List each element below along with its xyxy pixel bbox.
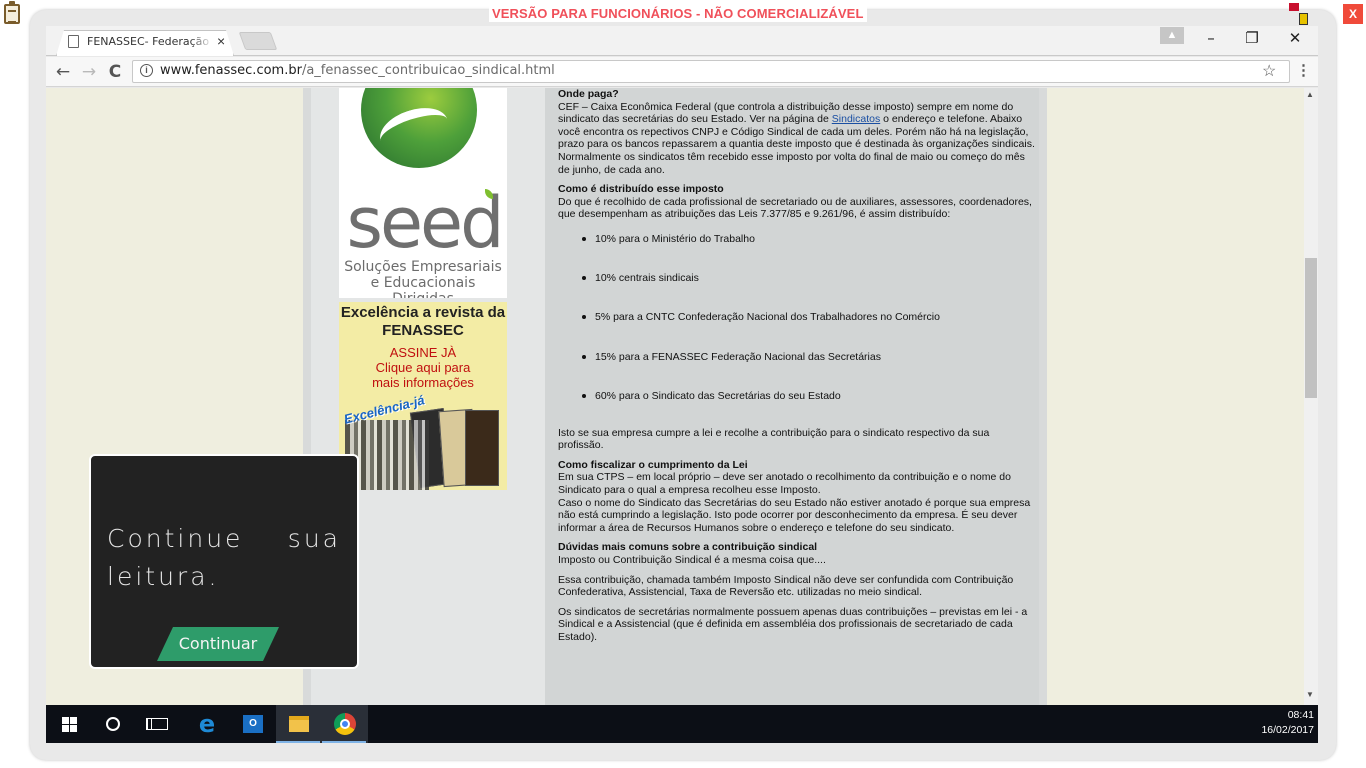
outlook-icon: O [243,715,263,733]
distribution-list: 10% para o Ministério do Trabalho 10% ce… [558,233,1036,420]
magazine-ad-subscribe: ASSINE JÀ [389,345,457,360]
reload-button[interactable]: C [104,61,126,83]
url-text[interactable]: www.fenassec.com.br/a_fenassec_contribui… [160,63,555,79]
faq-answer-2: Os sindicatos de secretárias normalmente… [558,605,1028,643]
task-view-icon [150,718,168,730]
list-item: 5% para a CNTC Confederação Nacional dos… [558,311,1036,350]
seed-advertisement[interactable]: seed Soluções Empresariais e Educacionai… [339,88,507,298]
star-icon[interactable]: ☆ [1262,61,1276,81]
folder-icon [289,716,309,732]
scrollbar-thumb[interactable] [1305,258,1317,398]
magazine-ad-title: Excelência a revista da FENASSEC [340,304,506,339]
url-host: www.fenassec.com.br [160,63,302,78]
overlay-close-button[interactable]: X [1343,4,1363,24]
list-item: 10% para o Ministério do Trabalho [558,233,1036,272]
page-border-right [1039,88,1047,705]
popup-message: Continue sua leitura. [107,524,341,591]
tab-title: FENASSEC- Federação Nacional [87,34,213,48]
explorer-active-indicator [276,741,320,743]
close-window-button[interactable]: ✕ [1280,28,1310,48]
employee-version-banner: VERSÃO PARA FUNCIONÁRIOS - NÃO COMERCIAL… [489,6,867,22]
url-path: /a_fenassec_contribuicao_sindical.html [301,63,555,78]
inspection-heading: Como fiscalizar o cumprimento da Lei [558,458,748,471]
edge-icon: e [198,710,216,738]
start-button[interactable] [46,705,92,743]
tab-strip [46,26,1318,56]
sindicatos-link[interactable]: Sindicatos [832,113,880,125]
forward-button[interactable]: → [78,61,100,83]
distribution-footer: Isto se sua empresa cumpre a lei e recol… [558,426,990,452]
windows-logo-icon [61,716,77,732]
tab-close-icon[interactable]: × [217,33,225,49]
inspection-text-1: Em sua CTPS – em local próprio – deve se… [558,471,1011,497]
clipboard-icon[interactable] [4,1,20,24]
user-profile-icon[interactable]: ▲ [1160,27,1184,44]
new-tab-button[interactable] [238,32,278,50]
list-item: 10% centrais sindicais [558,272,1036,311]
menu-icon[interactable]: ⋮ [1296,61,1311,79]
article-body: Onde paga? CEF – Caixa Econômica Federal… [558,88,1036,651]
magazine-advertisement[interactable]: Excelência a revista da FENASSEC ASSINE … [339,302,507,490]
restore-button[interactable]: ❐ [1237,28,1267,48]
screen: VERSÃO PARA FUNCIONÁRIOS - NÃO COMERCIAL… [0,0,1366,768]
where-heading: Onde paga? [558,88,619,100]
edge-taskbar-button[interactable]: e [184,705,230,743]
list-item: 60% para o Sindicato das Secretárias do … [558,390,1036,420]
scroll-down-arrow-icon[interactable]: ▼ [1306,690,1314,699]
cortana-icon [106,717,120,731]
outlook-taskbar-button[interactable]: O [230,705,276,743]
clock-time: 08:41 [1287,709,1314,721]
distribution-text: Do que é recolhido de cada profissional … [558,195,1032,221]
faq-question: Imposto ou Contribuição Sindical é a mes… [558,554,826,567]
cortana-button[interactable] [90,705,136,743]
taskbar-clock[interactable]: 08:41 16/02/2017 [1250,708,1314,738]
chrome-icon [334,713,356,735]
magazine-cover [465,410,499,486]
distribution-heading: Como é distribuído esse imposto [558,183,724,196]
magazine-ad-cta[interactable]: ASSINE JÀ Clique aqui para mais informaç… [339,345,507,390]
faq-answer-1: Essa contribuição, chamada também Impost… [558,573,1014,599]
flag-icon [1289,3,1311,25]
info-icon[interactable]: i [140,64,153,77]
magazine-ad-more-info: Clique aqui para mais informações [372,360,474,390]
page-favicon-icon [68,34,79,48]
continue-reading-popup: Continue sua leitura. Continuar [89,454,359,669]
tab-content[interactable]: FENASSEC- Federação Nacional × [68,30,225,52]
scroll-up-arrow-icon[interactable]: ▲ [1306,90,1314,99]
chrome-taskbar-button[interactable] [322,705,368,743]
inspection-text-2: Caso o nome do Sindicato das Secretárias… [558,496,1031,534]
explorer-taskbar-button[interactable] [276,705,322,743]
seed-tagline: Soluções Empresariais e Educacionais Dir… [344,259,502,298]
continue-button[interactable]: Continuar [157,627,279,661]
minimize-button[interactable]: – [1196,28,1226,48]
back-button[interactable]: ← [52,61,74,83]
task-view-button[interactable] [136,705,182,743]
list-item: 15% para a FENASSEC Federação Nacional d… [558,351,1036,390]
seed-logo-word: seed [346,182,504,264]
chrome-active-indicator [322,741,366,743]
clock-date: 16/02/2017 [1261,724,1314,736]
faq-heading: Dúvidas mais comuns sobre a contribuição… [558,541,818,554]
